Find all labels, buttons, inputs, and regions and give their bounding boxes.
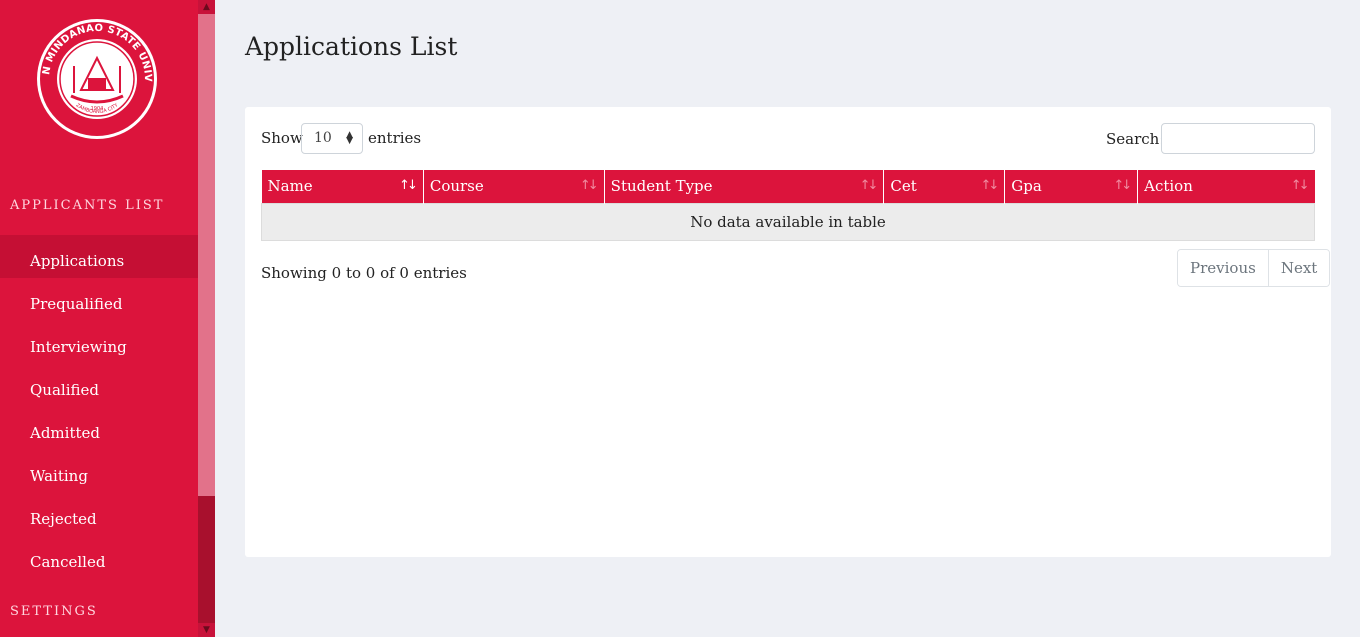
search-label: Search:: [1106, 130, 1165, 148]
column-header-cet[interactable]: Cet ↑↓: [883, 170, 1005, 203]
table-row: No data available in table: [261, 202, 1315, 241]
column-header-action[interactable]: Action ↑↓: [1137, 170, 1315, 203]
sort-icon: ↑↓: [1290, 178, 1310, 193]
page-title: Applications List: [245, 32, 458, 61]
column-header-gpa[interactable]: Gpa ↑↓: [1004, 170, 1138, 203]
pagination: Previous Next: [1177, 249, 1331, 287]
sort-icon: ↑↓: [980, 178, 999, 193]
table-info: Showing 0 to 0 of 0 entries: [261, 264, 467, 282]
university-seal-logo: WESTERN MINDANAO STATE UNIVERSITY ZAMBOA…: [36, 18, 157, 139]
sort-icon: ↑↓: [859, 178, 879, 193]
previous-page-button[interactable]: Previous: [1178, 250, 1268, 286]
entries-per-page-value: 10: [314, 130, 332, 146]
scroll-down-arrow-icon[interactable]: ▼: [198, 623, 215, 637]
entries-per-page-select[interactable]: 10 ▲ ▼: [301, 123, 363, 154]
search-input[interactable]: [1161, 123, 1315, 154]
sidebar-item-waiting[interactable]: Waiting: [0, 450, 198, 493]
next-page-button[interactable]: Next: [1267, 250, 1330, 286]
table-header-row: Name ↑↓ Course ↑↓ Student Type ↑↓ Cet ↑↓…: [261, 170, 1315, 203]
column-header-course[interactable]: Course ↑↓: [422, 170, 605, 203]
svg-text:1904: 1904: [91, 106, 104, 112]
show-label: Show: [261, 129, 303, 147]
section-title-applicants: APPLICANTS LIST: [10, 198, 165, 213]
column-header-name[interactable]: Name ↑↓: [261, 170, 424, 203]
applications-table: Name ↑↓ Course ↑↓ Student Type ↑↓ Cet ↑↓…: [261, 170, 1315, 241]
sidebar-scrollbar[interactable]: ▲ ▼: [198, 0, 215, 637]
sidebar-item-qualified[interactable]: Qualified: [0, 364, 198, 407]
sort-icon: ↑↓: [1113, 178, 1132, 193]
sidebar-item-interviewing[interactable]: Interviewing: [0, 321, 198, 364]
sidebar: WESTERN MINDANAO STATE UNIVERSITY ZAMBOA…: [0, 0, 198, 637]
sidebar-item-applications[interactable]: Applications: [0, 235, 198, 278]
select-updown-icon: ▲ ▼: [346, 130, 353, 146]
applications-card: Show 10 ▲ ▼ entries Search: Name ↑↓ Cours…: [245, 107, 1331, 557]
entries-label: entries: [368, 129, 422, 147]
sidebar-item-rejected[interactable]: Rejected: [0, 493, 198, 536]
section-title-settings: SETTINGS: [10, 604, 98, 619]
sidebar-item-cancelled[interactable]: Cancelled: [0, 536, 198, 579]
sidebar-item-prequalified[interactable]: Prequalified: [0, 278, 198, 321]
sort-icon: ↑↓: [399, 178, 418, 193]
sidebar-item-admitted[interactable]: Admitted: [0, 407, 198, 450]
scroll-thumb[interactable]: [198, 14, 215, 496]
sort-icon: ↑↓: [579, 178, 599, 193]
scroll-up-arrow-icon[interactable]: ▲: [198, 0, 215, 14]
empty-table-message: No data available in table: [261, 202, 1315, 241]
column-header-student-type[interactable]: Student Type ↑↓: [603, 170, 884, 203]
